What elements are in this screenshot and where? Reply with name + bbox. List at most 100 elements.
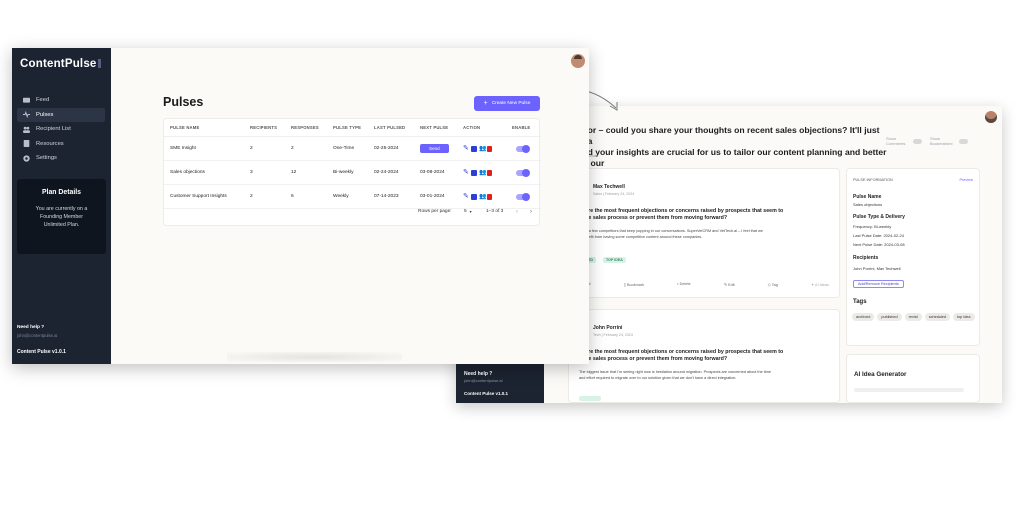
tag-chip[interactable]: published [877,313,902,321]
sidebar-item-pulses[interactable]: Pulses [17,107,105,122]
response-body-line: and effort required to migrate over to o… [579,375,737,380]
sidebar-item-label: Pulses [36,111,54,118]
app-logo[interactable]: ContentPulse [20,58,101,70]
pulse-name-cell[interactable]: Sales objections [170,161,205,184]
next-pulse-date: Next Pulse Date: 2024-03-08 [853,242,905,247]
responses-cell: 12 [291,170,297,175]
tag-button[interactable]: ◇ Tag [768,282,778,287]
pulse-type-cell: Bi-weekly [333,170,354,175]
rows-per-page-select[interactable]: 5 ▾ [464,209,472,214]
column-header[interactable]: PULSE NAME [170,119,199,136]
send-button[interactable]: Send [420,144,449,153]
calendar-icon[interactable] [471,169,477,176]
pencil-icon[interactable]: ✎ [463,193,469,200]
calendar-icon[interactable] [471,193,477,200]
tag-chip[interactable]: revist [904,313,922,321]
enable-cell [516,185,530,208]
column-header[interactable]: RECIPIENTS [250,119,277,136]
trash-icon[interactable] [487,145,492,152]
recipients-label: Recipients [853,255,879,261]
response-card: Max Techwell Sales | February 24, 2024 a… [568,168,840,298]
add-remove-recipients-button[interactable]: Add/Remove Recipients [853,280,904,288]
pulse-name-cell[interactable]: SME Insight [170,137,196,160]
chevron-down-icon: ▾ [469,209,472,214]
delete-label: Delete [679,282,691,286]
delete-button[interactable]: ▪ Delete [677,282,690,287]
previous-page-icon[interactable]: ‹ [516,209,518,215]
edit-label: Edit [728,283,735,287]
frequency-value: Frequency: Bi-weekly [853,224,892,229]
tag-chip[interactable]: archived [852,313,875,321]
preview-link[interactable]: Preview [959,178,973,182]
sidebar-item-recipient-list[interactable]: Recipient List [17,122,105,136]
toggle-switch[interactable] [959,138,968,144]
sidebar-item-settings[interactable]: Settings [17,151,105,165]
tag-chip[interactable]: top idea [953,313,975,321]
show-comments-toggle[interactable]: Show Comments [886,136,922,146]
response-question-line: at are the most frequent objections or c… [579,349,784,355]
help-email[interactable]: john@contentpulse.ai [17,333,57,338]
plan-line: You are currently on a [35,206,88,212]
responses-cell: 2 [291,146,294,151]
status-badge [579,396,601,401]
row-actions: ✎ 👥 [463,185,492,208]
help-title: Need help ? [17,325,45,330]
plan-details-card: Plan Details You are currently on a Foun… [17,179,106,254]
recipients-value: John Porrini, Max Techwell [853,266,901,271]
column-header[interactable]: RESPONSES [291,119,319,136]
pagination-range: 1–3 of 3 [486,209,504,214]
logo-mark [97,59,101,68]
row-actions: ✎ 👥 [463,161,492,184]
avatar[interactable] [571,54,585,68]
next-page-icon[interactable]: › [530,209,532,215]
column-header[interactable]: PULSE TYPE [333,119,361,136]
recipients-cell: 2 [250,194,253,199]
sidebar-item-resources[interactable]: Resources [17,137,105,151]
edit-button[interactable]: ✎ Edit [724,282,735,287]
tag-chip[interactable]: scheduled [924,313,951,321]
trash-icon[interactable] [487,193,492,200]
people-icon[interactable]: 👥 [479,194,486,200]
table-row[interactable]: SME Insight 2 2 One-Time 02-25-2024 Send… [164,137,541,161]
last-pulsed-cell: 07-14-2023 [374,194,399,199]
ai-input-placeholder[interactable] [854,388,964,392]
ai-idea-generator-panel: AI Idea Generator [846,354,980,403]
people-icon[interactable]: 👥 [479,146,486,152]
pulse-type-label: Pulse Type & Delivery [853,214,905,220]
enable-toggle[interactable] [516,192,530,201]
sidebar-item-label: Settings [36,155,57,161]
enable-toggle[interactable] [516,144,530,153]
enable-cell [516,161,530,184]
last-pulse-date: Last Pulse Date: 2024-02-24 [853,233,904,238]
response-question: at are the most frequent objections or c… [579,208,809,222]
people-icon[interactable]: 👥 [479,170,486,176]
pulse-info-header: PULSE INFORMATION [853,178,893,182]
table-row[interactable]: Sales objections 3 12 Bi-weekly 02-24-20… [164,161,541,185]
decorative-shadow [227,352,402,362]
plan-description: You are currently on a Founding Member U… [17,205,106,230]
pencil-icon[interactable]: ✎ [463,145,469,152]
sidebar-nav: Feed Pulses Recipient List Resources Set… [17,93,105,166]
sidebar-item-feed[interactable]: Feed [17,93,105,107]
show-bookmarked-toggle[interactable]: Show Bookmarked [930,136,968,146]
detail-help-email[interactable]: john@contentpulse.ai [464,378,503,383]
pulse-name-cell[interactable]: Customer Support Insights [170,185,227,208]
column-header: ENABLE [512,125,531,130]
last-pulsed-cell: 02-25-2024 [374,146,399,151]
top-idea-badge: TOP IDEA [603,257,626,263]
create-new-pulse-button[interactable]: + Create New Pulse [474,96,540,111]
trash-icon[interactable] [487,169,492,176]
pencil-icon[interactable]: ✎ [463,169,469,176]
toggle-switch[interactable] [913,138,922,144]
table-row[interactable]: Customer Support Insights 2 6 Weekly 07-… [164,185,541,209]
bookmark-label: Bookmark [626,283,645,287]
column-header[interactable]: NEXT PULSE [420,119,448,136]
enable-toggle[interactable] [516,168,530,177]
bookmark-button[interactable]: ▯ Bookmark [624,282,644,287]
calendar-icon[interactable] [471,145,477,152]
avatar[interactable] [985,111,997,123]
ai-ideas-button[interactable]: ✦ AI Ideas [811,282,829,287]
row-actions: ✎ 👥 [463,137,492,160]
sidebar-item-label: Feed [36,97,50,103]
column-header[interactable]: LAST PULSED [374,119,405,136]
